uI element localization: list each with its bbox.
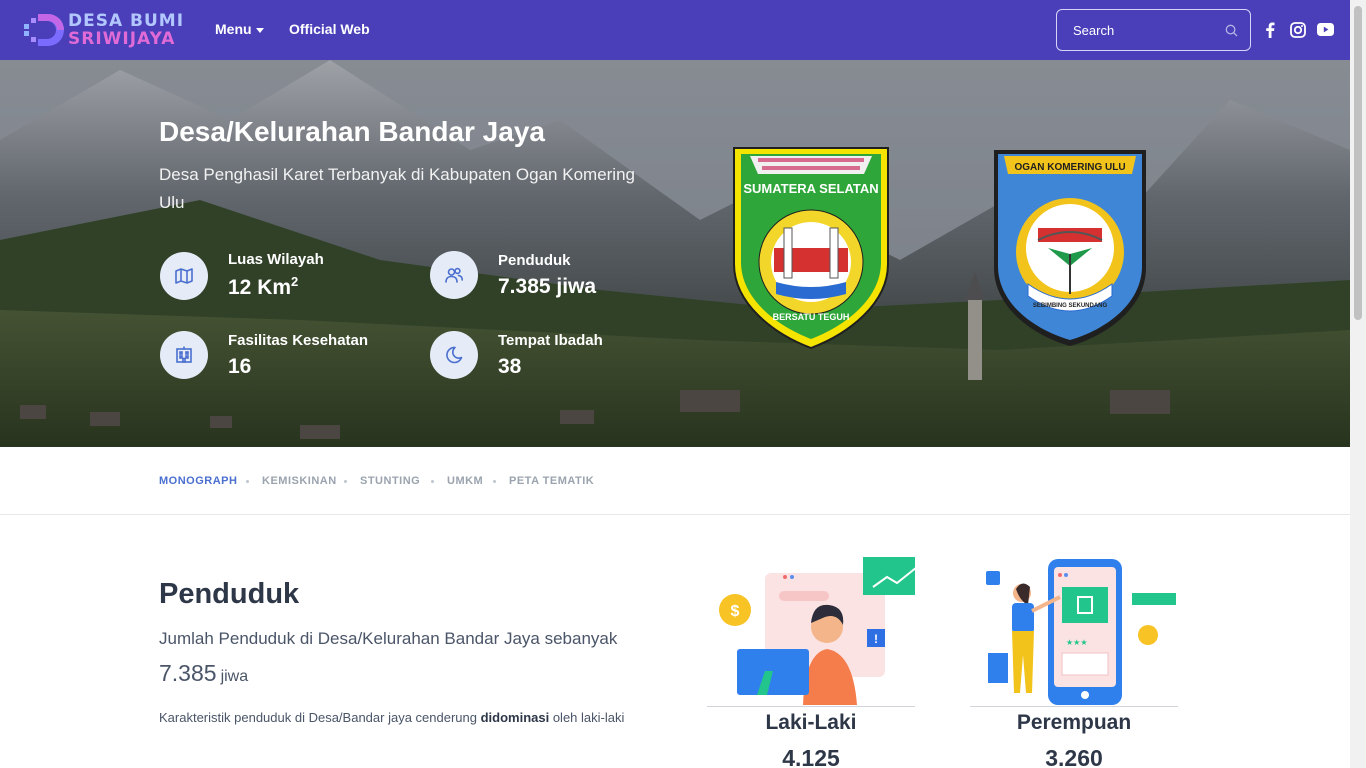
svg-text:SEBIMBING SEKUNDANG: SEBIMBING SEKUNDANG: [1033, 303, 1108, 309]
female-illustration: ★★★: [970, 545, 1178, 707]
section-note: Karakteristik penduduk di Desa/Bandar ja…: [159, 710, 625, 725]
population-number: 7.385: [159, 660, 217, 686]
card-perempuan: ★★★ Perempuan 3.260: [970, 545, 1178, 768]
stat-label: Tempat Ibadah: [498, 331, 603, 349]
card-count: 3.260: [1045, 745, 1103, 768]
moon-icon: [430, 331, 478, 379]
hero-subtitle: Desa Penghasil Karet Terbanyak di Kabupa…: [159, 165, 635, 212]
svg-text:SUMATERA SELATAN: SUMATERA SELATAN: [743, 181, 878, 196]
logo-line-2: SRIWIJAYA: [68, 29, 176, 49]
svg-text:$: $: [731, 603, 740, 620]
navbar: DESA BUMI SRIWIJAYA Menu Official Web: [0, 0, 1350, 60]
tab-separator: [431, 480, 434, 483]
youtube-icon[interactable]: [1317, 23, 1334, 36]
menu-dropdown[interactable]: Menu: [215, 21, 264, 37]
stat-tempat-ibadah: Tempat Ibadah 38: [430, 331, 603, 379]
stat-value: 38: [498, 354, 522, 378]
svg-text:!: !: [874, 632, 878, 646]
stat-fasilitas-kesehatan: Fasilitas Kesehatan 16: [160, 331, 368, 379]
population-count: 7.385 jiwa: [159, 660, 248, 687]
stat-label: Fasilitas Kesehatan: [228, 331, 369, 349]
tab-separator: [493, 480, 496, 483]
population-unit: jiwa: [220, 668, 249, 685]
search-input[interactable]: [1073, 22, 1223, 38]
section-title: Penduduk: [159, 578, 300, 610]
hero-banner: Desa/Kelurahan Bandar Jaya Desa Penghasi…: [0, 60, 1350, 447]
search-icon[interactable]: [1225, 24, 1238, 37]
stat-penduduk: Penduduk 7.385 jiwa: [430, 251, 596, 299]
tab-separator: [344, 480, 347, 483]
section-description: Jumlah Penduduk di Desa/Kelurahan Bandar…: [159, 629, 618, 648]
tab-peta-tematik[interactable]: PETA TEMATIK: [509, 475, 594, 487]
tab-kemiskinan[interactable]: KEMISKINAN: [262, 475, 337, 487]
sumatera-selatan-emblem: SUMATERA SELATAN BERSATU TEGUH: [733, 147, 889, 350]
ogan-komering-ulu-emblem: OGAN KOMERING ULU SEBIMBING SEKUNDANG: [994, 150, 1146, 346]
page-scrollbar[interactable]: [1350, 0, 1366, 768]
card-label: Perempuan: [1016, 711, 1132, 734]
tab-monograph[interactable]: MONOGRAPH: [159, 475, 237, 487]
hero-title: Desa/Kelurahan Bandar Jaya: [159, 116, 545, 147]
users-icon: [430, 251, 478, 299]
building-icon: [160, 331, 208, 379]
card-label: Laki-Laki: [765, 711, 857, 734]
stat-value: 7.385 jiwa: [498, 274, 597, 298]
logo-line-1: DESA BUMI: [68, 11, 185, 31]
stat-luas-wilayah: Luas Wilayah 12 Km2: [160, 251, 324, 300]
map-icon: [160, 251, 208, 300]
stat-label: Luas Wilayah: [228, 251, 324, 268]
tab-separator: [246, 480, 249, 483]
male-illustration: $ !: [707, 545, 931, 707]
scrollbar-thumb[interactable]: [1354, 6, 1362, 320]
menu-label: Menu: [215, 21, 252, 37]
svg-text:OGAN KOMERING ULU: OGAN KOMERING ULU: [1014, 162, 1125, 173]
stat-value: 16: [228, 354, 252, 378]
card-count: 4.125: [782, 745, 840, 768]
official-web-link[interactable]: Official Web: [289, 21, 370, 37]
logo-icon: [22, 10, 64, 50]
svg-text:★★★: ★★★: [1066, 638, 1088, 647]
search-box[interactable]: [1056, 9, 1251, 51]
stat-label: Penduduk: [498, 251, 571, 269]
site-logo[interactable]: DESA BUMI SRIWIJAYA: [22, 10, 184, 50]
caret-down-icon: [255, 27, 264, 33]
tab-stunting[interactable]: STUNTING: [360, 475, 420, 487]
svg-text:BERSATU TEGUH: BERSATU TEGUH: [773, 312, 850, 322]
card-laki-laki: $ ! Laki-Laki 4.125: [707, 545, 931, 768]
section-tabs: MONOGRAPH KEMISKINAN STUNTING UMKM PETA …: [0, 447, 1350, 515]
stat-value: 12 Km2: [228, 274, 299, 299]
instagram-icon[interactable]: [1290, 22, 1306, 38]
tab-umkm[interactable]: UMKM: [447, 475, 483, 487]
facebook-icon[interactable]: [1264, 22, 1276, 38]
